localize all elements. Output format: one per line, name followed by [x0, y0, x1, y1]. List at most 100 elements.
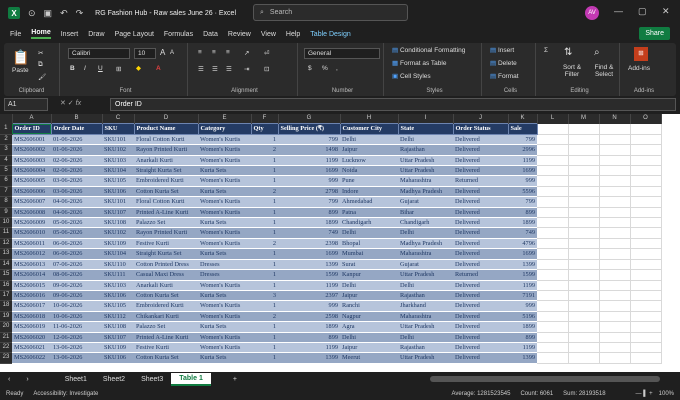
table-row[interactable]: 20 MS2606019 11-06-2026 SKU108 Palazzo Set Ku… — [0, 321, 662, 333]
empty-cell[interactable] — [630, 134, 662, 146]
empty-cell[interactable] — [599, 175, 631, 187]
table-cell[interactable]: Women's Kurtis — [198, 207, 251, 219]
empty-cell[interactable] — [537, 280, 569, 291]
table-cell[interactable]: Dresses — [198, 259, 251, 271]
table-cell[interactable]: MS2606015 — [12, 280, 51, 291]
empty-cell[interactable] — [630, 227, 662, 239]
table-cell[interactable]: 1199 — [278, 342, 340, 354]
table-cell[interactable]: 1 — [251, 342, 278, 354]
table-cell[interactable]: Delivered — [453, 227, 508, 239]
row-header[interactable]: 11 — [0, 227, 12, 239]
table-cell[interactable]: Embroidered Kurti — [134, 175, 198, 187]
column-header[interactable]: B — [51, 114, 103, 124]
empty-cell[interactable] — [599, 238, 631, 250]
table-cell[interactable]: 899 — [278, 332, 340, 343]
table-cell[interactable]: Cotton Kurta Set — [134, 290, 198, 302]
align-left-icon[interactable]: ☰ — [198, 65, 204, 73]
font-name-select[interactable]: Calibri — [68, 48, 130, 59]
table-cell[interactable]: 1199 — [278, 280, 340, 291]
row-header[interactable]: 19 — [0, 311, 12, 323]
sheet-tab-table1[interactable]: Table 1 — [171, 373, 211, 386]
table-cell[interactable]: 03-06-2026 — [51, 186, 102, 198]
table-cell[interactable]: 5596 — [508, 186, 537, 198]
table-cell[interactable]: 1 — [251, 280, 278, 291]
table-cell[interactable]: SKU103 — [102, 280, 134, 291]
empty-cell[interactable] — [537, 342, 569, 354]
empty-cell[interactable] — [630, 123, 662, 135]
table-cell[interactable]: Delivered — [453, 259, 508, 271]
table-cell[interactable]: 04-06-2026 — [51, 207, 102, 219]
table-cell[interactable]: MS2606004 — [12, 165, 51, 177]
column-header[interactable]: I — [398, 114, 454, 124]
table-cell[interactable]: Rajasthan — [398, 342, 453, 354]
table-header-cell[interactable]: SKU — [101, 123, 135, 135]
autosave-icon[interactable]: ⊙ — [28, 8, 36, 19]
table-cell[interactable]: 1699 — [278, 165, 340, 177]
table-cell[interactable]: Delivered — [453, 238, 508, 250]
table-cell[interactable]: 4796 — [508, 238, 537, 250]
empty-cell[interactable] — [630, 290, 662, 302]
prev-sheet-icon[interactable]: ‹ — [0, 376, 18, 383]
empty-cell[interactable] — [599, 332, 631, 343]
table-row[interactable]: 7 MS2606006 03-06-2026 SKU106 Cotton Kurta S… — [0, 186, 662, 198]
table-cell[interactable]: SKU106 — [102, 186, 134, 198]
empty-cell[interactable] — [537, 332, 569, 343]
table-cell[interactable]: Chandigarh — [340, 217, 398, 229]
table-cell[interactable]: Uttar Pradesh — [398, 155, 453, 167]
table-cell[interactable]: 2598 — [278, 311, 340, 323]
table-cell[interactable]: 03-06-2026 — [51, 175, 102, 187]
paste-icon[interactable]: 📋 — [12, 49, 29, 66]
table-cell[interactable]: 749 — [508, 227, 537, 239]
table-cell[interactable]: SKU105 — [102, 300, 134, 312]
table-cell[interactable]: Delivered — [453, 290, 508, 302]
table-cell[interactable]: 07-06-2026 — [51, 259, 102, 271]
table-cell[interactable]: Gujarat — [398, 259, 453, 271]
table-cell[interactable]: Kurta Sets — [198, 186, 251, 198]
empty-cell[interactable] — [630, 342, 662, 354]
table-row[interactable]: 12 MS2606011 06-06-2026 SKU109 Festive Kurti… — [0, 238, 662, 250]
merge-icon[interactable]: ⊡ — [264, 65, 269, 73]
table-header-cell[interactable]: Order Date — [50, 123, 103, 135]
table-cell[interactable]: 1 — [251, 175, 278, 187]
empty-cell[interactable] — [568, 332, 600, 343]
table-cell[interactable]: 04-06-2026 — [51, 196, 102, 208]
menu-page-layout[interactable]: Page Layout — [115, 31, 154, 38]
column-header[interactable]: C — [102, 114, 135, 124]
empty-cell[interactable] — [599, 259, 631, 271]
table-cell[interactable]: 1 — [251, 269, 278, 281]
empty-cell[interactable] — [599, 186, 631, 198]
empty-cell[interactable] — [599, 352, 631, 364]
table-cell[interactable]: 1699 — [508, 165, 537, 177]
spreadsheet-grid[interactable]: ABCDEFGHIJKLMNO 1 Order ID Order Date SKU Pr… — [0, 114, 680, 372]
table-cell[interactable]: MS2606011 — [12, 238, 51, 250]
empty-cell[interactable] — [537, 123, 569, 135]
table-cell[interactable]: SKU101 — [102, 196, 134, 208]
empty-cell[interactable] — [568, 175, 600, 187]
row-header[interactable]: 3 — [0, 144, 12, 156]
table-cell[interactable]: Delivered — [453, 300, 508, 312]
wrap-text-icon[interactable]: ⏎ — [264, 49, 269, 57]
table-cell[interactable]: 1 — [251, 217, 278, 229]
table-cell[interactable]: 1 — [251, 259, 278, 271]
table-cell[interactable]: 10-06-2026 — [51, 311, 102, 323]
empty-cell[interactable] — [537, 144, 569, 156]
empty-cell[interactable] — [630, 259, 662, 271]
empty-cell[interactable] — [568, 311, 600, 323]
table-cell[interactable]: SKU104 — [102, 248, 134, 260]
font-size-select[interactable]: 10 — [134, 48, 156, 59]
table-cell[interactable]: 999 — [278, 175, 340, 187]
find-select-button[interactable]: Find & Select — [590, 64, 618, 78]
table-cell[interactable]: 10-06-2026 — [51, 300, 102, 312]
row-header[interactable]: 21 — [0, 332, 12, 343]
table-cell[interactable]: Uttar Pradesh — [398, 269, 453, 281]
horizontal-scrollbar[interactable] — [430, 376, 660, 382]
table-cell[interactable]: MS2606021 — [12, 342, 51, 354]
empty-cell[interactable] — [599, 217, 631, 229]
table-cell[interactable]: SKU102 — [102, 227, 134, 239]
column-header[interactable]: J — [453, 114, 509, 124]
table-cell[interactable]: Women's Kurtis — [198, 175, 251, 187]
table-cell[interactable]: SKU106 — [102, 290, 134, 302]
table-cell[interactable]: 999 — [508, 175, 537, 187]
empty-cell[interactable] — [568, 165, 600, 177]
table-cell[interactable]: 2 — [251, 238, 278, 250]
